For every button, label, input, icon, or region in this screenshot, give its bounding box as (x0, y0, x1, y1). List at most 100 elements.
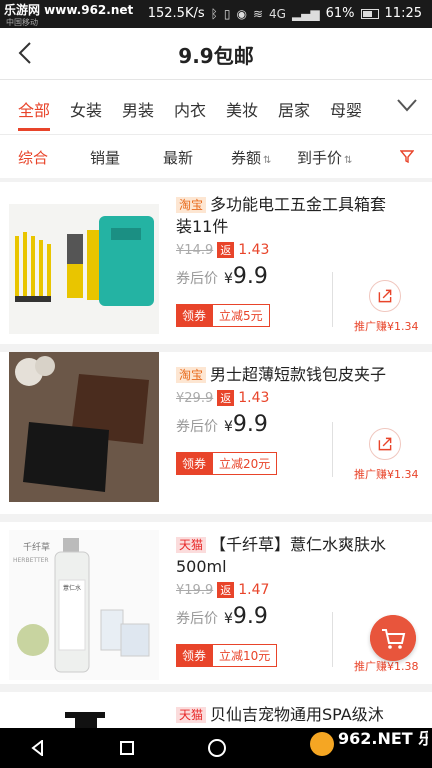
rebate-value: 1.47 (238, 582, 270, 598)
platform-badge: 淘宝 (176, 197, 207, 213)
coupon-value: 立减10元 (212, 644, 278, 667)
price-row: ¥19.9 返 1.47 (176, 582, 269, 598)
product-card[interactable]: 淘宝 多功能电工五金工具箱套装11件 ¥14.9 返 1.43 券后价 ¥9.9 领券立… (0, 182, 432, 352)
divider (332, 422, 333, 477)
tab-beauty[interactable]: 美妆 (226, 97, 258, 121)
coupon-button[interactable]: 领券 立减20元 (176, 452, 278, 475)
product-name: 多功能电工五金工具箱套装11件 (176, 195, 387, 236)
signal-label: 4G (269, 6, 286, 21)
sort-newest[interactable]: 最新 (163, 147, 193, 168)
after-coupon-label: 券后价 (176, 611, 218, 627)
tab-baby[interactable]: 母婴 (330, 97, 362, 121)
active-tab-indicator (18, 128, 50, 131)
filter-icon[interactable] (400, 149, 414, 163)
product-title: 天猫 【千纤草】薏仁水爽肤水500ml (176, 534, 396, 578)
product-card[interactable]: 淘宝 男士超薄短款钱包皮夹子 ¥29.9 返 1.43 券后价 ¥9.9 领券 立减20元… (0, 352, 432, 522)
sort-final-price[interactable]: 到手价 ⇅ (297, 147, 352, 168)
final-price-row: 券后价 ¥9.9 (176, 412, 268, 437)
currency-symbol: ¥ (224, 271, 233, 287)
nav-back-icon[interactable] (30, 740, 46, 756)
after-coupon-label: 券后价 (176, 419, 218, 435)
rebate-tag: 返 (217, 390, 235, 406)
final-price-row: 券后价 ¥9.9 (176, 604, 268, 629)
sort-coupon[interactable]: 券额 ⇅ (231, 147, 271, 168)
currency-symbol: ¥ (224, 419, 233, 435)
rebate-value: 1.43 (238, 390, 270, 406)
tab-underwear[interactable]: 内衣 (174, 97, 206, 121)
sort-arrows-icon: ⇅ (263, 155, 272, 166)
clock: 11:25 (384, 6, 422, 21)
divider (332, 612, 333, 667)
share-icon[interactable] (369, 280, 401, 312)
rebate-value: 1.43 (238, 242, 270, 258)
nav-recent-apps-icon[interactable] (120, 741, 134, 755)
sort-bar: 综合 销量 最新 券额 ⇅ 到手价 ⇅ (0, 134, 432, 178)
battery-icon (360, 8, 379, 19)
rebate-tag: 返 (217, 242, 235, 258)
product-image (9, 204, 159, 334)
product-name-text: 薏仁水 (63, 584, 81, 592)
after-coupon-label: 券后价 (176, 271, 218, 287)
platform-badge: 天猫 (176, 707, 207, 723)
watermark-logo-text: 962.NET 乐游网 (338, 729, 428, 748)
final-price: 9.9 (232, 604, 268, 629)
sort-coupon-label: 券额 (231, 149, 262, 167)
coupon-value: 立减20元 (212, 452, 278, 475)
promote-earn-label[interactable]: 推广赚¥1.38 (354, 658, 419, 674)
price-row: ¥14.9 返 1.43 (176, 242, 269, 258)
sort-comprehensive[interactable]: 综合 (18, 147, 48, 168)
original-price: ¥29.9 (176, 391, 214, 406)
sort-sales[interactable]: 销量 (90, 147, 120, 168)
original-price: ¥19.9 (176, 583, 214, 598)
page-title: 9.9包邮 (178, 44, 254, 68)
tab-women[interactable]: 女装 (70, 97, 102, 121)
promote-earn-label[interactable]: 推广赚¥1.34 (354, 318, 419, 334)
coupon-label: 领券 (176, 304, 213, 327)
promote-earn-label[interactable]: 推广赚¥1.34 (354, 466, 419, 482)
network-speed: 152.5K/s (147, 6, 205, 21)
wifi-icon: ≋ (252, 6, 263, 21)
original-price: ¥14.9 (176, 243, 214, 258)
product-image: 千纤草 HERBETTER 薏仁水 (9, 530, 159, 680)
bluetooth-icon: ᛒ (210, 6, 218, 21)
platform-badge: 淘宝 (176, 367, 207, 383)
product-name: 男士超薄短款钱包皮夹子 (210, 365, 387, 384)
currency-symbol: ¥ (224, 611, 233, 627)
eye-icon: ◉ (236, 6, 247, 21)
shopping-cart-icon[interactable] (370, 615, 416, 661)
chevron-down-icon[interactable] (396, 96, 418, 114)
coupon-label: 领券 (176, 644, 213, 667)
product-brand-text: 千纤草 (23, 541, 50, 553)
final-price-row: 券后价 ¥9.9 (176, 264, 268, 289)
nav-home-icon[interactable] (208, 739, 226, 757)
status-bar: 乐游网 www.962.net 中国移动 152.5K/s ᛒ ▯ ◉ ≋ 4G… (0, 0, 432, 28)
product-list: 淘宝 多功能电工五金工具箱套装11件 ¥14.9 返 1.43 券后价 ¥9.9 领券立… (0, 182, 432, 752)
product-name: 【千纤草】薏仁水爽肤水500ml (176, 535, 387, 576)
final-price: 9.9 (232, 264, 268, 289)
battery-percent: 61% (325, 6, 355, 21)
coupon-value: 立减5元 (212, 304, 270, 327)
platform-badge: 天猫 (176, 537, 207, 553)
sort-arrows-icon: ⇅ (344, 155, 353, 166)
signal-icon: ▂▄▆ (291, 6, 320, 21)
coupon-label: 领券 (176, 452, 213, 475)
category-tabs: 全部 女装 男装 内衣 美妆 居家 母婴 (0, 80, 432, 134)
price-row: ¥29.9 返 1.43 (176, 390, 269, 406)
rebate-tag: 返 (217, 582, 235, 598)
product-title: 淘宝 男士超薄短款钱包皮夹子 (176, 364, 396, 386)
watermark-logo: 962.NET 乐游网 (310, 729, 428, 756)
tab-home[interactable]: 居家 (278, 97, 310, 121)
tab-all[interactable]: 全部 (18, 97, 50, 121)
coupon-button[interactable]: 领券 立减5元 (176, 304, 270, 327)
divider (332, 272, 333, 327)
watermark-text: 乐游网 www.962.net (4, 3, 134, 17)
product-card[interactable]: 千纤草 HERBETTER 薏仁水 天猫 【千纤草】薏仁水爽肤水500ml ¥19… (0, 522, 432, 692)
sort-final-price-label: 到手价 (297, 149, 343, 167)
coupon-button[interactable]: 领券 立减10元 (176, 644, 278, 667)
vibrate-icon: ▯ (223, 6, 231, 21)
carrier-text: 中国移动 (6, 18, 38, 27)
product-title: 淘宝 多功能电工五金工具箱套装11件 (176, 194, 396, 238)
product-image (9, 352, 159, 502)
tab-men[interactable]: 男装 (122, 97, 154, 121)
share-icon[interactable] (369, 428, 401, 460)
